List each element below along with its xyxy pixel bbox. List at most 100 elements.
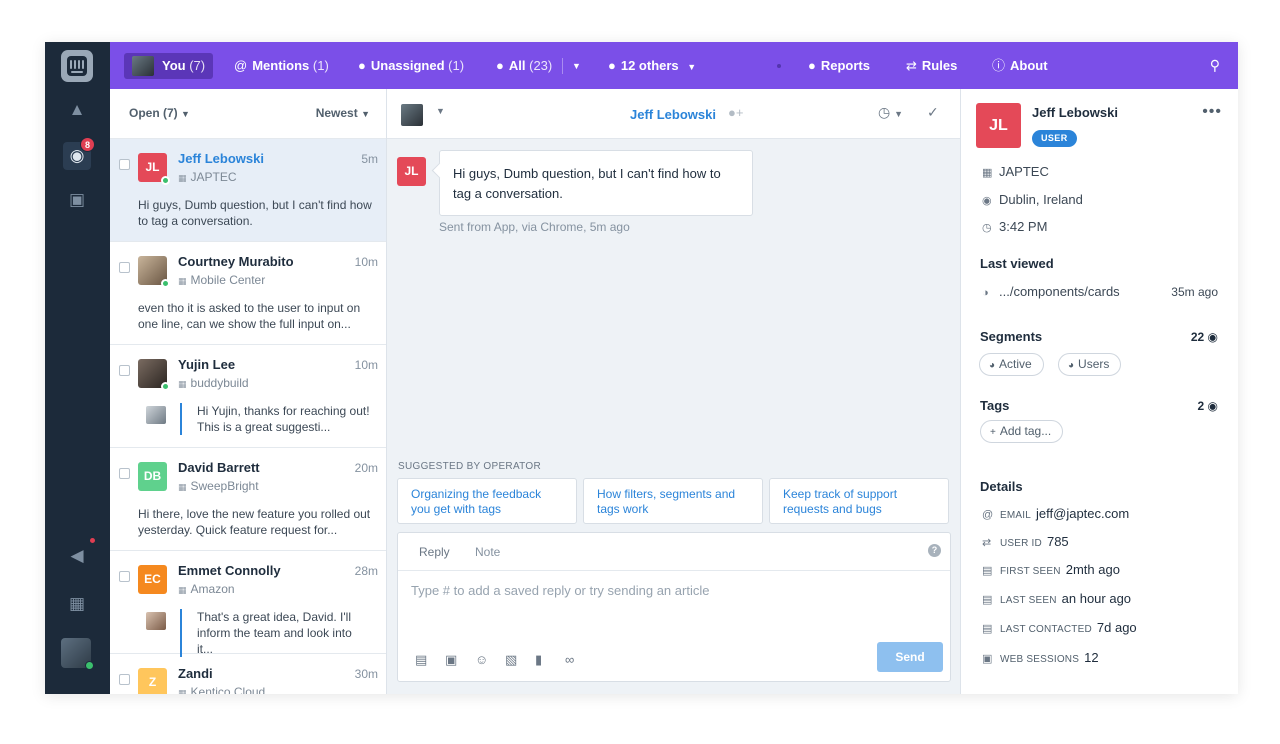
building-icon: ▦ (178, 482, 187, 492)
video-icon[interactable]: ▮ (535, 652, 565, 668)
calendar-icon: ▤ (982, 565, 993, 577)
profile-name[interactable]: Jeff Lebowski (1032, 105, 1118, 120)
tab-you[interactable]: You (7) (124, 53, 214, 79)
chevron-down-icon: ▼ (687, 62, 697, 72)
nav-about[interactable]: ⓘ About (992, 53, 1048, 79)
calendar-icon: ▤ (982, 623, 993, 635)
conversation-item[interactable]: JL Jeff Lebowski 5m ▦ JAPTEC Hi guys, Dum… (110, 139, 386, 242)
lightbulb-icon: ● (808, 58, 816, 73)
megaphone-alert-dot (90, 538, 95, 543)
detail-last-contacted: ▤ LAST CONTACTED 7d ago (982, 620, 1137, 635)
tags-count[interactable]: 2 ◉ (1197, 399, 1218, 413)
info-icon: ⓘ (992, 58, 1006, 73)
chevron-down-icon: ▼ (361, 109, 370, 119)
search-icon[interactable]: ⚲ (1210, 57, 1220, 74)
knowledge-search-icon[interactable]: ▣ (63, 186, 91, 214)
reply-preview: That's a great idea, David. I'll inform … (180, 609, 370, 657)
tags-heading: Tags (980, 398, 1010, 413)
customer-name: Courtney Murabito (178, 254, 294, 269)
sort-dropdown[interactable]: Newest ▼ (316, 106, 370, 120)
conversation-item[interactable]: DB David Barrett 20m ▦ SweepBright Hi the… (110, 448, 386, 551)
book-icon[interactable]: ▦ (63, 590, 91, 618)
select-checkbox[interactable] (119, 571, 130, 582)
teammate-avatar (146, 406, 166, 424)
conversation-customer-name[interactable]: Jeff Lebowski (630, 107, 716, 122)
shuffle-icon: ⇄ (906, 58, 917, 73)
nav-rules[interactable]: ⇄ Rules (906, 53, 957, 79)
profile-company: ▦ JAPTEC (982, 164, 1049, 179)
conversation-item[interactable]: Courtney Murabito 10m ▦ Mobile Center eve… (110, 242, 386, 345)
tab-others[interactable]: ● 12 others ▼ (608, 53, 701, 79)
select-checkbox[interactable] (119, 674, 130, 685)
tab-note[interactable]: Note (475, 545, 500, 559)
current-user-avatar[interactable] (61, 638, 94, 670)
tab-all[interactable]: ● All (23) (496, 53, 552, 79)
at-icon: @ (982, 509, 994, 521)
select-checkbox[interactable] (119, 262, 130, 273)
attachment-icon[interactable]: ∞ (565, 652, 595, 667)
profile-local-time: ◷ 3:42 PM (982, 219, 1048, 234)
select-checkbox[interactable] (119, 159, 130, 170)
close-conversation-check-icon[interactable]: ✓ (927, 104, 939, 121)
segments-heading: Segments (980, 329, 1043, 344)
company-label: ▦ buddybuild (178, 376, 249, 390)
timestamp: 10m (354, 255, 378, 269)
chevron-down-icon: ▼ (181, 109, 190, 119)
status-filter-dropdown[interactable]: Open (7) ▼ (129, 106, 190, 120)
timestamp: 28m (354, 564, 378, 578)
last-viewed-page[interactable]: ◑ .../components/cards (982, 284, 1120, 299)
company-label: ▦ Amazon (178, 582, 235, 596)
tab-reply[interactable]: Reply (419, 545, 450, 559)
add-person-icon[interactable]: ●+ (728, 105, 743, 120)
reply-input[interactable] (411, 583, 931, 598)
intercom-logo-icon[interactable] (61, 50, 93, 82)
send-button[interactable]: Send (877, 642, 943, 672)
suggested-article[interactable]: Keep track of support requests and bugs (769, 478, 949, 524)
avatar: EC (138, 565, 167, 594)
tab-divider (562, 58, 563, 74)
select-checkbox[interactable] (119, 365, 130, 376)
select-checkbox[interactable] (119, 468, 130, 479)
segment-pill[interactable]: ◕ Active (979, 353, 1044, 376)
saved-reply-icon[interactable]: ▤ (415, 652, 445, 668)
left-rail: ▲ ◉ 8 ▣ ◀ ▦ (45, 42, 110, 694)
more-options-icon[interactable]: ••• (1202, 103, 1222, 121)
details-heading: Details (980, 479, 1023, 494)
emoji-icon[interactable]: ☺ (475, 652, 505, 667)
last-viewed-time: 35m ago (1171, 285, 1218, 299)
you-avatar (132, 56, 154, 76)
profile-avatar: JL (976, 103, 1021, 148)
all-dropdown-chevron-icon[interactable]: ▼ (572, 53, 581, 79)
tab-unassigned[interactable]: ● Unassigned (1) (358, 53, 464, 79)
building-icon: ▦ (178, 585, 187, 595)
customer-name: David Barrett (178, 460, 260, 475)
detail-web-sessions: ▣ WEB SESSIONS 12 (982, 650, 1099, 665)
company-label: ▦ Kentico Cloud (178, 685, 265, 694)
segment-pill[interactable]: ◕ Users (1058, 353, 1122, 376)
customer-name: Emmet Connolly (178, 563, 281, 578)
chevron-down-icon[interactable]: ▼ (436, 106, 445, 116)
assignee-avatar[interactable] (401, 104, 423, 126)
tab-mentions[interactable]: @ Mentions (1) (234, 53, 329, 79)
person-icon: ● (358, 58, 366, 73)
suggested-article[interactable]: Organizing the feedback you get with tag… (397, 478, 577, 524)
conversation-item[interactable]: Yujin Lee 10m ▦ buddybuild Hi Yujin, than… (110, 345, 386, 448)
app-window: ▲ ◉ 8 ▣ ◀ ▦ You (7) @ Mentions (1) ● Unass… (45, 42, 1238, 694)
suggested-article[interactable]: How filters, segments and tags work (583, 478, 763, 524)
conversation-item[interactable]: EC Emmet Connolly 28m ▦ Amazon That's a g… (110, 551, 386, 657)
help-icon[interactable]: ? (928, 544, 941, 557)
building-icon: ▦ (178, 379, 187, 389)
location-pin-icon: ◉ (982, 195, 992, 207)
nav-reports[interactable]: ● Reports (808, 53, 870, 79)
timestamp: 5m (361, 152, 378, 166)
conversation-item[interactable]: Z Zandi 30m ▦ Kentico Cloud (110, 654, 386, 694)
megaphone-icon[interactable]: ◀ (63, 542, 91, 570)
image-icon[interactable]: ▧ (505, 652, 535, 668)
inbox-tray-icon[interactable]: ▣ (445, 652, 475, 668)
customer-name: Jeff Lebowski (178, 151, 264, 166)
snooze-clock-icon[interactable]: ◷ ▼ (878, 104, 903, 121)
rocket-icon[interactable]: ▲ (63, 96, 91, 124)
inbox-topbar: You (7) @ Mentions (1) ● Unassigned (1) ● A… (110, 42, 1238, 89)
add-tag-button[interactable]: + Add tag... (980, 420, 1064, 443)
segments-count[interactable]: 22 ◉ (1191, 330, 1218, 344)
